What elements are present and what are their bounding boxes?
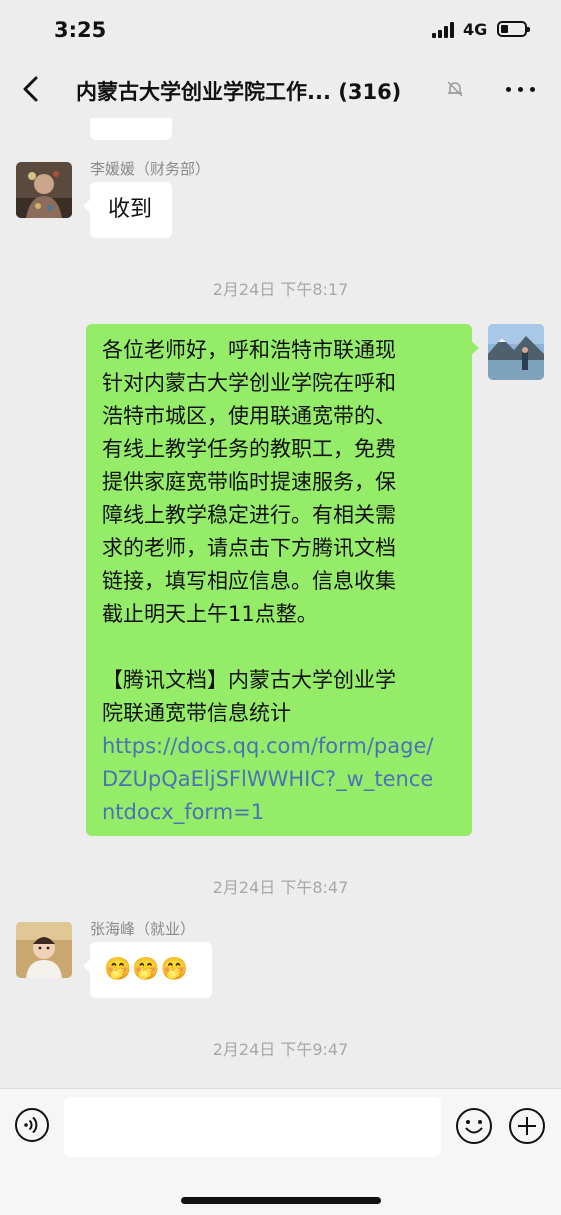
previous-message-bubble: [90, 118, 172, 140]
status-bar: 3:25 4G: [0, 0, 561, 60]
mountain-lake-avatar[interactable]: [488, 324, 544, 380]
message-text: 各位老师好，呼和浩特市联通现 针对内蒙古大学创业学院在呼和 浩特市城区，使用联通…: [86, 324, 472, 839]
signal-icon: [432, 22, 456, 38]
tencent-docs-link[interactable]: https://docs.qq.com/form/page/ DZUpQaElj…: [102, 730, 458, 829]
message-text: 收到: [108, 197, 153, 222]
incoming-message-bubble[interactable]: 收到: [83, 182, 172, 238]
timestamp: 2月24日 下午8:17: [212, 280, 349, 299]
outgoing-message-bubble[interactable]: 各位老师好，呼和浩特市联通现 针对内蒙古大学创业学院在呼和 浩特市城区，使用联通…: [86, 324, 479, 839]
plus-icon[interactable]: [508, 1107, 546, 1145]
mute-bell-icon: [446, 80, 464, 98]
status-time: 3:25: [54, 18, 107, 42]
emoji-icon[interactable]: [455, 1107, 493, 1145]
back-arrow-icon[interactable]: [18, 74, 46, 104]
timestamp: 2月24日 下午9:47: [212, 1040, 349, 1059]
voice-icon[interactable]: [14, 1107, 50, 1143]
message-input[interactable]: [64, 1097, 441, 1157]
chat-title: 内蒙古大学创业学院工作... (316): [76, 80, 402, 104]
child-avatar[interactable]: [16, 922, 72, 978]
battery-icon: [497, 21, 530, 37]
person-in-costume-avatar[interactable]: [16, 162, 72, 218]
network-type: 4G: [463, 20, 488, 39]
input-bar: [0, 1088, 561, 1215]
emoji-message: 🤭🤭🤭: [104, 957, 190, 982]
chat-messages[interactable]: 李媛媛（财务部） 收到 2月24日 下午8:17 各位老师好，呼和浩特市联通现 …: [0, 118, 561, 1088]
more-icon[interactable]: [503, 78, 539, 100]
chat-header: 内蒙古大学创业学院工作... (316): [0, 60, 561, 118]
sender-name: 张海峰（就业）: [90, 920, 196, 938]
timestamp: 2月24日 下午8:47: [212, 878, 349, 897]
sender-name: 李媛媛（财务部）: [90, 160, 211, 178]
incoming-message-bubble[interactable]: 🤭🤭🤭: [83, 942, 212, 998]
home-indicator: [181, 1197, 381, 1204]
